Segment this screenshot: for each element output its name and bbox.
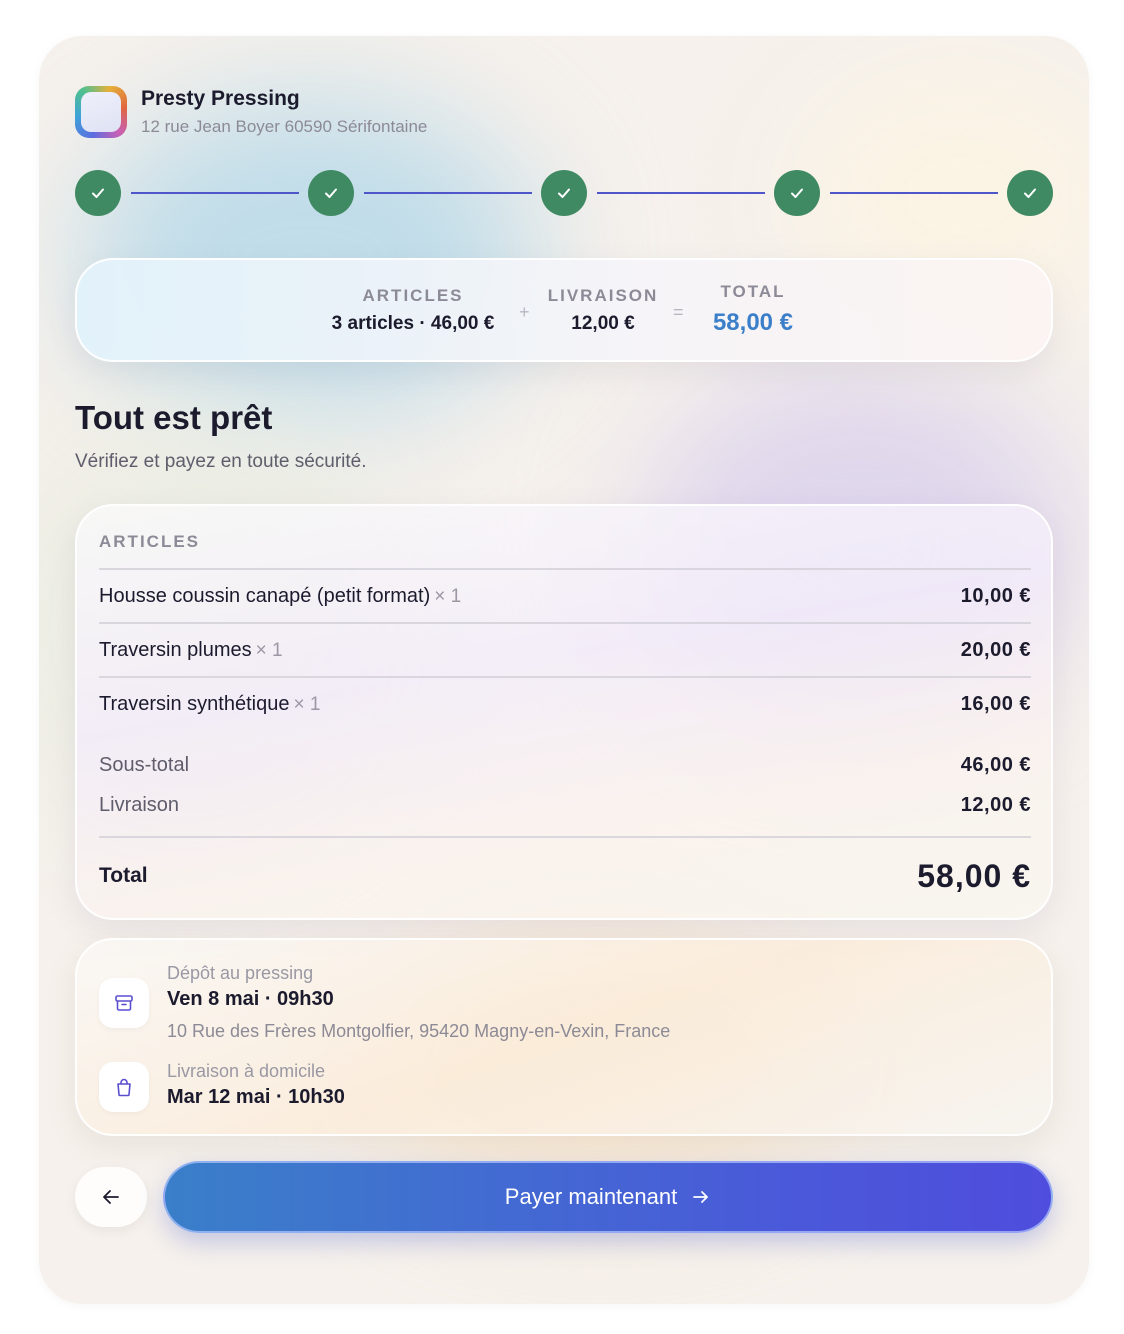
home-delivery-label: Livraison à domicile [167, 1061, 326, 1081]
shop-header: Presty Pressing 12 rue Jean Boyer 60590 … [75, 86, 427, 138]
step-connector [131, 192, 299, 194]
step-connector [597, 192, 765, 194]
archive-box-icon [99, 978, 149, 1028]
check-icon [791, 188, 803, 198]
list-item: Traversin synthétique × 1 16,00 € [99, 690, 1031, 718]
item-quantity: × 1 [293, 693, 321, 715]
shopping-bag-icon [99, 1062, 149, 1112]
progress-stepper [75, 170, 1053, 216]
articles-section-label: ARTICLES [99, 532, 200, 551]
divider [99, 568, 1031, 570]
step-4-complete [774, 170, 820, 216]
step-1-complete [75, 170, 121, 216]
home-delivery-info: Livraison à domicile Mar 12 mai · 10h30 [167, 1060, 345, 1110]
total-value: 58,00 € [917, 857, 1031, 894]
pay-now-label: Payer maintenant [504, 1184, 678, 1209]
item-quantity: × 1 [434, 585, 462, 607]
check-icon [92, 188, 104, 198]
back-button[interactable] [75, 1167, 147, 1227]
total-label: Total [99, 864, 148, 887]
item-name: Traversin plumes [99, 638, 252, 661]
step-connector [830, 192, 998, 194]
item-quantity: × 1 [255, 639, 283, 661]
step-connector [364, 192, 532, 194]
shop-name: Presty Pressing [141, 87, 300, 110]
summary-articles-value: 3 articles · 46,00 € [331, 313, 495, 334]
summary-articles: ARTICLES 3 articles · 46,00 € [313, 286, 513, 336]
summary-total-value: 58,00 € [712, 309, 794, 336]
item-name: Traversin synthétique [99, 692, 290, 715]
subtotal-row: Sous-total 46,00 € [99, 751, 1031, 779]
home-delivery-datetime: Mar 12 mai · 10h30 [167, 1086, 345, 1108]
item-price: 16,00 € [960, 692, 1031, 715]
checkout-card: Presty Pressing 12 rue Jean Boyer 60590 … [39, 36, 1089, 1304]
background-glow [79, 96, 539, 416]
check-icon [1024, 188, 1036, 198]
subtotal-value: 46,00 € [960, 753, 1031, 776]
check-icon [558, 188, 570, 198]
subtotal-label: Sous-total [99, 753, 190, 776]
pay-now-button[interactable]: Payer maintenant [163, 1161, 1053, 1233]
arrow-left-icon [103, 1190, 119, 1204]
dropoff-label: Dépôt au pressing [167, 963, 314, 983]
dropoff-address: 10 Rue des Frères Montgolfier, 95420 Mag… [167, 1021, 671, 1041]
order-summary-bar: ARTICLES 3 articles · 46,00 € + LIVRAISO… [75, 258, 1053, 362]
dropoff-datetime: Ven 8 mai · 09h30 [167, 988, 334, 1010]
list-item: Housse coussin canapé (petit format) × 1 … [99, 582, 1031, 610]
articles-panel: ARTICLES Housse coussin canapé (petit fo… [75, 504, 1053, 920]
item-price: 20,00 € [960, 638, 1031, 661]
delivery-fee-label: Livraison [99, 793, 180, 816]
step-5-complete [1007, 170, 1053, 216]
arrow-right-icon [693, 1191, 709, 1203]
summary-equals: = [673, 302, 684, 322]
shop-logo [75, 86, 127, 138]
divider [99, 622, 1031, 624]
item-price: 10,00 € [960, 584, 1031, 607]
schedule-panel: Dépôt au pressing Ven 8 mai · 09h30 10 R… [75, 938, 1053, 1136]
delivery-fee-value: 12,00 € [960, 793, 1031, 816]
dropoff-info: Dépôt au pressing Ven 8 mai · 09h30 10 R… [167, 962, 670, 1042]
total-row: Total 58,00 € [99, 854, 1031, 898]
delivery-fee-row: Livraison 12,00 € [99, 791, 1031, 819]
shop-address: 12 rue Jean Boyer 60590 Sérifontaine [141, 117, 428, 136]
summary-delivery: LIVRAISON 12,00 € [543, 286, 663, 336]
check-icon [325, 188, 337, 198]
summary-delivery-label: LIVRAISON [547, 286, 659, 305]
summary-total: TOTAL 58,00 € [697, 282, 809, 338]
item-name: Housse coussin canapé (petit format) [99, 584, 431, 607]
divider [99, 836, 1031, 838]
page-title: Tout est prêt [75, 399, 273, 436]
summary-plus: + [519, 302, 530, 322]
step-2-complete [308, 170, 354, 216]
divider [99, 676, 1031, 678]
summary-total-label: TOTAL [720, 282, 786, 301]
list-item: Traversin plumes × 1 20,00 € [99, 636, 1031, 664]
summary-delivery-value: 12,00 € [571, 313, 635, 334]
summary-articles-label: ARTICLES [362, 286, 464, 305]
step-3-complete [541, 170, 587, 216]
page-subtitle: Vérifiez et payez en toute sécurité. [75, 451, 367, 472]
